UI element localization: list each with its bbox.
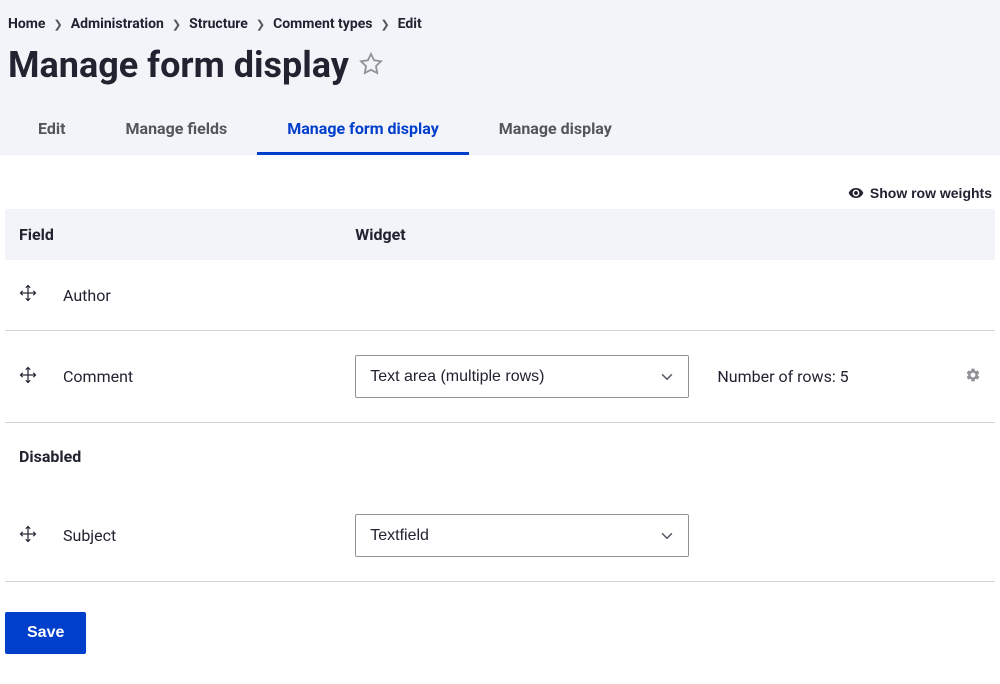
region-disabled: Disabled — [5, 423, 995, 491]
tabs: Edit Manage fields Manage form display M… — [8, 105, 992, 155]
page-title: Manage form display — [8, 44, 349, 87]
settings-button-comment[interactable] — [965, 367, 981, 386]
breadcrumb: Home ❯ Administration ❯ Structure ❯ Comm… — [8, 16, 992, 40]
table-row: Subject Textfield — [5, 490, 995, 582]
field-label-comment: Comment — [49, 331, 341, 423]
column-header-field: Field — [5, 209, 341, 260]
show-row-weights-button[interactable]: Show row weights — [848, 185, 992, 201]
chevron-right-icon: ❯ — [172, 18, 181, 31]
chevron-right-icon: ❯ — [53, 18, 62, 31]
chevron-right-icon: ❯ — [380, 18, 389, 31]
breadcrumb-home[interactable]: Home — [8, 16, 45, 32]
eye-icon — [848, 185, 864, 201]
gear-icon — [965, 367, 981, 386]
field-label-subject: Subject — [49, 490, 341, 582]
widget-select-subject[interactable]: Textfield — [355, 514, 689, 557]
tab-manage-form-display[interactable]: Manage form display — [257, 105, 469, 155]
column-header-widget: Widget — [341, 209, 995, 260]
field-label-author: Author — [49, 260, 341, 331]
form-display-table: Field Widget — [5, 209, 995, 582]
breadcrumb-edit[interactable]: Edit — [398, 16, 422, 32]
star-icon[interactable] — [359, 52, 383, 80]
tab-manage-fields[interactable]: Manage fields — [96, 105, 258, 155]
region-disabled-label: Disabled — [5, 423, 995, 491]
drag-handle-icon[interactable] — [19, 284, 37, 302]
breadcrumb-comment-types[interactable]: Comment types — [273, 16, 372, 32]
save-button[interactable]: Save — [5, 612, 86, 654]
show-row-weights-label: Show row weights — [870, 185, 992, 201]
breadcrumb-structure[interactable]: Structure — [189, 16, 248, 32]
tab-manage-display[interactable]: Manage display — [469, 105, 642, 155]
breadcrumb-administration[interactable]: Administration — [71, 16, 164, 32]
chevron-right-icon: ❯ — [256, 18, 265, 31]
table-row: Comment Text area (multiple rows) Number… — [5, 331, 995, 423]
drag-handle-icon[interactable] — [19, 525, 37, 543]
widget-select-comment[interactable]: Text area (multiple rows) — [355, 355, 689, 398]
tab-edit[interactable]: Edit — [8, 105, 96, 155]
drag-handle-icon[interactable] — [19, 366, 37, 384]
widget-summary-comment: Number of rows: 5 — [703, 331, 951, 423]
table-row: Author — [5, 260, 995, 331]
